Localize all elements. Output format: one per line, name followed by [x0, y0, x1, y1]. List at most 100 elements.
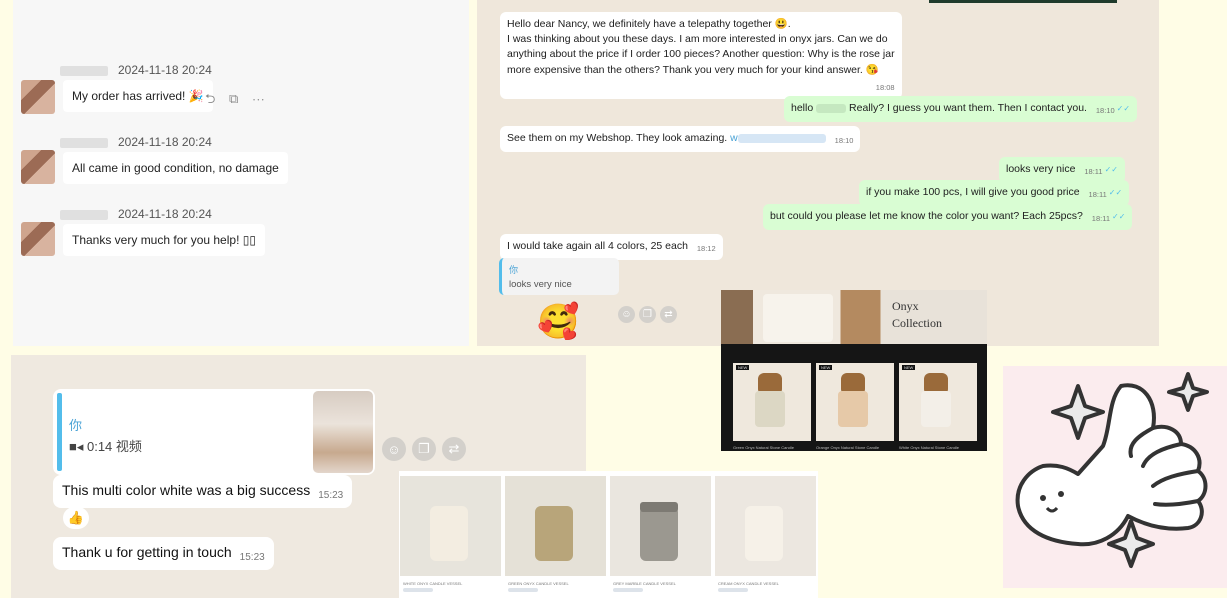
redacted-link[interactable] — [737, 133, 826, 143]
quoted-video-label: ■◂ 0:14 视频 — [69, 439, 142, 454]
incoming-message[interactable]: See them on my Webshop. They look amazin… — [500, 126, 861, 152]
message-time: 18:11 — [1091, 214, 1110, 223]
avatar[interactable] — [21, 222, 55, 256]
redacted-price — [508, 588, 538, 592]
outgoing-message[interactable]: looks very nice 18:11 ✓✓ — [999, 157, 1125, 183]
message-line: anything about the price if I order 100 … — [507, 48, 895, 61]
candle-jar-image — [921, 391, 951, 427]
message-bubble[interactable]: My order has arrived! 🎉 — [63, 80, 213, 112]
message-time: 18:12 — [696, 244, 716, 253]
candle-jar-image — [640, 506, 678, 561]
message-text: looks very nice — [1006, 163, 1076, 175]
product-grid-image[interactable]: WHITE ONYX CANDLE VESSEL GREEN ONYX CAND… — [399, 471, 818, 598]
message-time: 2024-11-18 20:24 — [118, 63, 212, 77]
video-thumbnail[interactable] — [313, 391, 373, 473]
product-image[interactable] — [715, 476, 816, 576]
product-label[interactable]: GREEN ONYX CANDLE VESSEL — [508, 581, 569, 586]
incoming-message[interactable]: Hello dear Nancy, we definitely have a t… — [500, 12, 902, 99]
message-text: This multi color white was a big success — [62, 482, 311, 498]
sender-name-blurred — [60, 66, 108, 76]
message-time: 18:11 — [1088, 190, 1107, 199]
message-bubble[interactable]: All came in good condition, no damage — [63, 152, 288, 184]
new-badge: NEW — [902, 365, 916, 370]
product-card[interactable]: NEW — [816, 363, 894, 441]
message-line: Hello dear Nancy, we definitely have a t… — [507, 18, 791, 30]
message-time: 18:08 — [875, 82, 895, 92]
emoji-reaction-icon[interactable]: ☺ — [618, 306, 635, 323]
emoji-reaction-icon[interactable]: ☺ — [382, 437, 406, 461]
product-label[interactable]: WHITE ONYX CANDLE VESSEL — [403, 581, 462, 586]
candle-jar-image — [838, 391, 868, 427]
cat-thumbs-up-sticker-icon — [1015, 372, 1209, 568]
product-caption: Orange Onyx Natural Stone Candle — [816, 445, 880, 450]
redacted-name — [816, 103, 847, 113]
incoming-message[interactable]: I would take again all 4 colors, 25 each… — [500, 234, 723, 260]
product-caption: White Onyx Natural Stone Candle — [899, 445, 960, 450]
product-card[interactable]: NEW — [733, 363, 811, 441]
message-line: I was thinking about you these days. I a… — [507, 33, 888, 46]
candle-jar-image — [430, 506, 468, 561]
message-action-tools: ☺ ❐ ⇄ — [382, 437, 466, 461]
product-image[interactable] — [400, 476, 501, 576]
redacted-price — [403, 588, 433, 592]
product-image[interactable] — [505, 476, 606, 576]
previous-message-edge — [929, 0, 1117, 3]
avatar[interactable] — [21, 80, 55, 114]
avatar[interactable] — [21, 150, 55, 184]
jar-lid — [640, 502, 678, 512]
quoted-video-reply[interactable]: 你 ■◂ 0:14 视频 — [53, 389, 375, 475]
message-tools[interactable]: ⮌ ⧉ ⋯ — [205, 90, 270, 112]
read-ticks-icon: ✓✓ — [1104, 165, 1118, 174]
incoming-message[interactable]: Thank u for getting in touch 15:23 — [53, 537, 274, 570]
message-time: 2024-11-18 20:24 — [118, 135, 212, 149]
message-text: I would take again all 4 colors, 25 each — [507, 240, 688, 252]
message-text: Really? I guess you want them. Then I co… — [849, 102, 1087, 114]
new-badge: NEW — [736, 365, 750, 370]
quoted-text: looks very nice — [509, 279, 572, 290]
quoted-reply[interactable]: 你 looks very nice — [499, 258, 619, 295]
message-action-tools: ☺ ❐ ⇄ — [618, 306, 677, 323]
message-text: but could you please let me know the col… — [770, 210, 1083, 222]
redacted-price — [718, 588, 748, 592]
product-card[interactable]: NEW — [899, 363, 977, 441]
candle-jar-image — [745, 506, 783, 561]
read-ticks-icon: ✓✓ — [1108, 188, 1123, 197]
translate-icon[interactable]: ⇄ — [442, 437, 466, 461]
sender-name-blurred — [60, 210, 108, 220]
message-bubble[interactable]: Thanks very much for you help! ▯▯ — [63, 224, 265, 256]
incoming-message[interactable]: This multi color white was a big success… — [53, 475, 353, 508]
message-time: 15:23 — [318, 490, 344, 501]
outgoing-message[interactable]: if you make 100 pcs, I will give you goo… — [859, 180, 1130, 206]
wechat-chat-panel: 2024-11-18 20:24 My order has arrived! 🎉… — [13, 0, 469, 346]
message-time: 18:10 — [1095, 106, 1115, 115]
new-badge: NEW — [819, 365, 833, 370]
outgoing-message[interactable]: hello Really? I guess you want them. The… — [784, 96, 1138, 122]
outgoing-message[interactable]: but could you please let me know the col… — [763, 204, 1133, 230]
thumbs-up-reaction-icon[interactable]: 👍 — [63, 507, 89, 529]
product-caption: Green Onyx Natural Stone Candle — [733, 445, 794, 450]
translate-icon[interactable]: ⇄ — [660, 306, 677, 323]
message-time: 18:10 — [834, 136, 854, 145]
sender-name-blurred — [60, 138, 108, 148]
title-line: Onyx — [892, 299, 919, 313]
product-label[interactable]: CREAM ONYX CANDLE VESSEL — [718, 581, 779, 586]
copy-icon[interactable]: ❐ — [412, 437, 436, 461]
onyx-collection-image[interactable]: Onyx Collection NEW NEW NEW Green Onyx N… — [721, 290, 987, 451]
candle-jar-image — [755, 391, 785, 427]
message-time: 15:23 — [239, 552, 265, 563]
product-label[interactable]: GREY MARBLE CANDLE VESSEL — [613, 581, 676, 586]
product-image[interactable] — [610, 476, 711, 576]
smiling-hearts-emoji: 🥰 — [537, 303, 580, 341]
candle-jar-image — [763, 294, 833, 342]
title-line: Collection — [892, 316, 942, 331]
read-ticks-icon: ✓✓ — [1112, 212, 1126, 221]
collection-hero: Onyx Collection — [721, 290, 987, 344]
read-ticks-icon: ✓✓ — [1116, 104, 1131, 113]
collection-title: Onyx Collection — [892, 298, 942, 333]
thumbs-up-sticker[interactable] — [1003, 366, 1227, 588]
webshop-link[interactable]: w — [730, 132, 738, 144]
message-text: See them on my Webshop. They look amazin… — [507, 132, 728, 144]
copy-icon[interactable]: ❐ — [639, 306, 656, 323]
message-time: 18:11 — [1084, 167, 1103, 176]
quoted-author: 你 — [69, 418, 83, 433]
